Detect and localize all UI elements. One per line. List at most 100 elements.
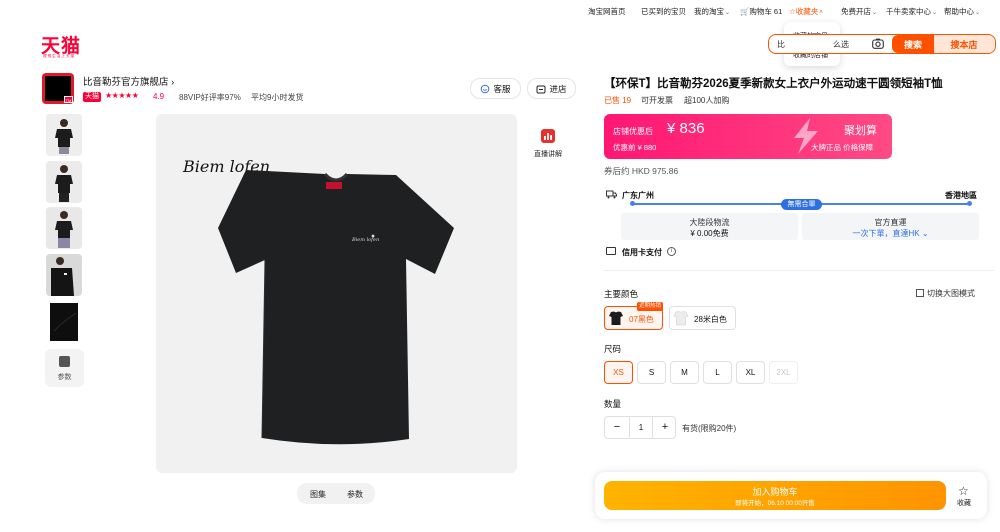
thumbnail-params-label: 参数 xyxy=(57,374,72,381)
nav-seller-center-label: 千牛卖家中心 xyxy=(886,7,931,16)
thumbnail-3[interactable] xyxy=(46,207,82,249)
hot-sale-tag: 近期热销 xyxy=(637,302,664,311)
thumbnail-4[interactable] xyxy=(46,254,82,296)
info-icon[interactable]: i xyxy=(667,247,676,256)
params-icon xyxy=(59,356,70,367)
tmall-slogan: 理想生活上天猫 xyxy=(43,54,76,58)
star-icon: ☆ xyxy=(789,7,796,16)
nav-open-shop-label: 免费开店 xyxy=(841,7,871,16)
svg-text:Biem lofen: Biem lofen xyxy=(351,237,379,243)
switch-view-label: 切换大图模式 xyxy=(927,289,975,298)
vip-rate: 88VIP好评率97% xyxy=(179,93,241,102)
quantity-stepper: − 1 + xyxy=(604,416,676,439)
thumbnail-2[interactable] xyxy=(46,161,82,203)
store-name-link[interactable]: 比音勒芬官方旗舰店 › xyxy=(83,74,174,88)
search-store-button[interactable]: 搜本店 xyxy=(934,35,994,53)
nav-my-taobao[interactable]: 我的淘宝⌄ xyxy=(694,6,730,17)
tmall-mini-badge: TM xyxy=(64,96,73,103)
color-swatch-white xyxy=(673,311,689,326)
gallery-toggle: 图集 参数 xyxy=(297,483,375,504)
nav-help-label: 帮助中心 xyxy=(944,7,974,16)
sale-start-time: 即将开始，06.10 00:00开售 xyxy=(735,500,815,507)
sold-count: 已售 19 xyxy=(604,96,632,105)
nav-open-shop[interactable]: 免费开店⌄ xyxy=(841,6,877,17)
live-stream-icon[interactable] xyxy=(541,129,555,143)
enter-store-button[interactable]: 进店 xyxy=(527,78,576,99)
size-option-m[interactable]: M xyxy=(670,361,699,384)
chevron-right-icon: › xyxy=(171,77,175,88)
color-option-black-label: 07黑色 xyxy=(629,315,654,324)
color-option-white-label: 28米白色 xyxy=(694,315,727,324)
size-option-xs[interactable]: XS xyxy=(604,361,633,384)
direct-ship-desc-a: 一次下單， xyxy=(852,229,893,238)
grid-icon xyxy=(916,289,924,297)
nav-favorites[interactable]: ☆收藏夹˄ xyxy=(789,6,823,17)
chevron-down-icon: ⌄ xyxy=(919,229,929,238)
quantity-plus-button[interactable]: + xyxy=(653,417,677,438)
cart-icon: 🛒 xyxy=(740,7,750,16)
nav-help[interactable]: 帮助中心⌄ xyxy=(944,6,980,17)
direct-ship-desc: 一次下單，直達HK ⌄ xyxy=(802,228,979,239)
ship-origin: 广东广州 xyxy=(622,191,654,200)
camera-icon[interactable] xyxy=(872,38,884,49)
no-merge-badge: 無需合單 xyxy=(781,199,822,210)
customer-service-button[interactable]: 客服 xyxy=(470,78,521,99)
search-query-text: 比 xyxy=(777,40,785,49)
thumbnail-5[interactable] xyxy=(46,301,82,343)
thumbnail-params[interactable]: 参数 xyxy=(45,349,84,387)
direct-ship-desc-b: 直達HK xyxy=(892,229,920,238)
headset-icon xyxy=(481,84,490,93)
promo-banner: 店铺优惠后 ¥ 836 优惠前 ¥ 880 聚划算 大牌正品 价格保障 xyxy=(604,114,892,159)
truck-icon xyxy=(606,190,617,199)
switch-view-button[interactable]: 切换大图模式 xyxy=(916,288,975,299)
add-to-cart-button[interactable]: 加入购物车 即将开始，06.10 00:00开售 xyxy=(604,481,946,510)
size-option-l[interactable]: L xyxy=(703,361,732,384)
nav-cart-label: 购物车 61 xyxy=(749,7,783,16)
after-coupon-price: 券后约 HKD 975.86 xyxy=(604,166,679,176)
nav-cart[interactable]: 🛒购物车 61 xyxy=(740,6,782,17)
tab-params[interactable]: 参数 xyxy=(347,489,363,500)
chevron-down-icon: ⌄ xyxy=(932,10,938,16)
color-label: 主要颜色 xyxy=(604,289,639,299)
favorite-star-icon[interactable]: ☆ xyxy=(958,484,969,498)
direct-ship-card[interactable]: 官方直運 一次下單，直達HK ⌄ xyxy=(802,213,979,240)
credit-card-icon xyxy=(606,247,616,255)
store-icon xyxy=(536,85,546,93)
rating-stars: ★★★★★ xyxy=(105,91,139,100)
mainland-logistics-label: 大陸段物流 xyxy=(689,218,730,227)
nav-seller-center[interactable]: 千牛卖家中心⌄ xyxy=(886,6,937,17)
ship-destination: 香港地區 xyxy=(945,191,977,200)
coupon-label: 店铺优惠后 xyxy=(613,127,653,136)
top-nav: 淘宝网首页 已买到的宝贝 我的淘宝⌄ 🛒购物车 61 ☆收藏夹˄ 免费开店⌄ 千… xyxy=(0,0,1000,20)
stock-status: 有货(限购20件) xyxy=(682,424,737,433)
route-start-dot xyxy=(630,201,635,206)
nav-home[interactable]: 淘宝网首页 xyxy=(588,6,626,17)
size-option-xl[interactable]: XL xyxy=(736,361,765,384)
quantity-minus-button[interactable]: − xyxy=(605,417,629,438)
mainland-logistics-card: 大陸段物流 ¥ 0.00免费 xyxy=(621,213,798,240)
thumbnail-1[interactable] xyxy=(46,114,82,156)
product-title: 【环保T】比音勒芬2026夏季新款女上衣户外运动速干圆领短袖T恤 xyxy=(604,78,943,90)
store-logo[interactable]: TM xyxy=(42,73,74,104)
size-option-2xl: 2XL xyxy=(769,361,798,384)
credit-card-pay: 信用卡支付 xyxy=(622,248,662,257)
direct-ship-label: 官方直運 xyxy=(874,218,907,227)
quantity-input[interactable]: 1 xyxy=(629,417,653,438)
nav-bought[interactable]: 已买到的宝贝 xyxy=(641,6,686,17)
main-product-image[interactable]: Biem lofen Biem lofen xyxy=(156,114,517,473)
favorite-label[interactable]: 收藏 xyxy=(957,498,971,508)
live-stream-label[interactable]: 直播讲解 xyxy=(534,149,562,159)
divider xyxy=(604,270,994,271)
enter-store-label: 进店 xyxy=(549,83,567,94)
guarantee-label: 大牌正品 价格保障 xyxy=(811,143,874,152)
color-option-white[interactable]: 28米白色 xyxy=(669,306,736,330)
store-rating: 4.9 xyxy=(153,92,165,101)
chevron-down-icon: ⌄ xyxy=(725,10,731,16)
search-button[interactable]: 搜索 xyxy=(892,35,934,53)
search-query-suffix: 么选 xyxy=(833,40,849,49)
ship-time: 平均9小时发货 xyxy=(251,93,304,102)
size-option-s[interactable]: S xyxy=(637,361,666,384)
tab-gallery[interactable]: 图集 xyxy=(310,489,326,500)
quantity-label: 数量 xyxy=(604,399,622,409)
customer-service-label: 客服 xyxy=(493,83,511,94)
